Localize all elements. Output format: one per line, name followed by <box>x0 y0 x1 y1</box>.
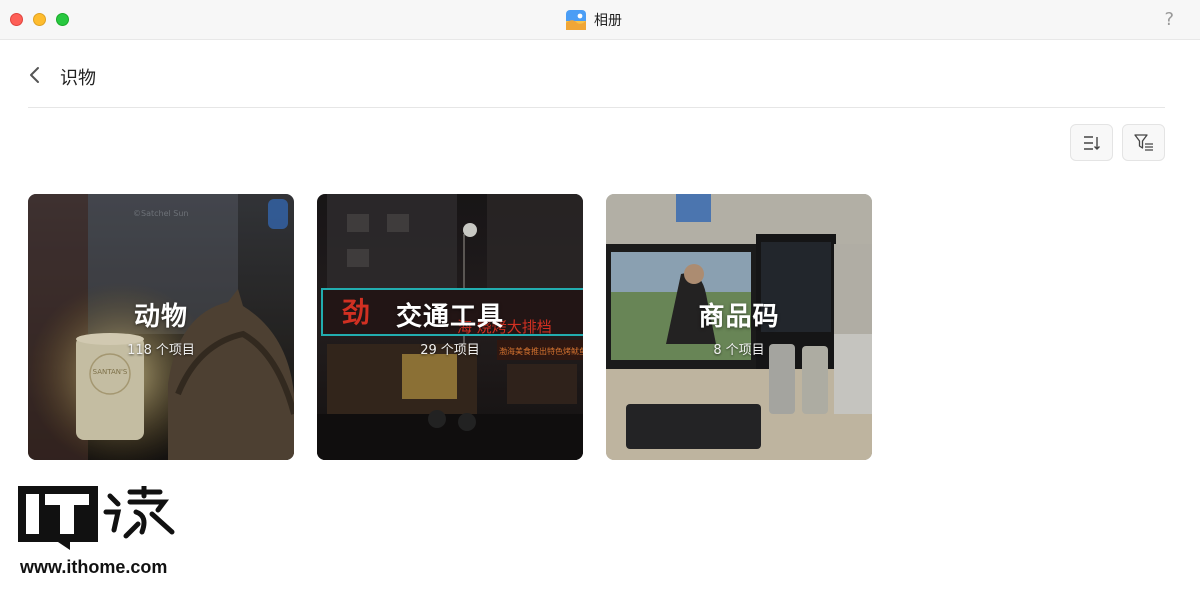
help-icon[interactable]: ? <box>1164 9 1174 30</box>
album-title: 商品码 <box>698 302 780 332</box>
album-card-product-codes[interactable]: 商品码 8 个项目 <box>606 194 872 460</box>
maximize-window-button[interactable] <box>56 13 69 26</box>
album-title: 交通工具 <box>395 302 504 332</box>
album-count-unit: 个项目 <box>725 343 765 358</box>
album-count-number: 29 <box>420 343 437 358</box>
title-bar: 相册 ? <box>0 0 1200 40</box>
album-title: 动物 <box>133 302 188 332</box>
app-name: 相册 <box>594 13 622 29</box>
photos-window: 相册 ? 识物 SANTAN'S ©Satchel Sun 动物 118 个项目… <box>0 0 1200 591</box>
album-card-animals[interactable]: SANTAN'S ©Satchel Sun 动物 118 个项目 <box>28 194 294 460</box>
album-card-vehicles[interactable]: 劲 海 烧烤大排档 渤海美食推出特色烤鱿鱼 交通工具 29 个项目 <box>317 194 583 460</box>
album-count-unit: 个项目 <box>155 343 195 358</box>
photos-app-icon <box>566 10 586 30</box>
album-count: 29 个项目 <box>317 339 583 358</box>
page-header: 识物 <box>28 56 1165 108</box>
album-count-number: 8 <box>713 343 722 358</box>
ithome-watermark: www.ithome.com <box>18 483 188 581</box>
album-count: 8 个项目 <box>606 339 872 358</box>
back-button[interactable] <box>28 56 54 96</box>
filter-button[interactable] <box>1122 124 1165 161</box>
sort-button[interactable] <box>1070 124 1113 161</box>
ithome-url: www.ithome.com <box>20 557 168 577</box>
app-title: 相册 <box>566 9 622 31</box>
filter-icon <box>1133 133 1153 151</box>
album-count: 118 个项目 <box>28 339 294 358</box>
album-count-unit: 个项目 <box>440 343 480 358</box>
page-title: 识物 <box>60 68 96 89</box>
album-count-number: 118 <box>127 343 152 358</box>
ithome-logo <box>18 483 175 550</box>
sort-icon <box>1083 135 1100 150</box>
chevron-left-icon <box>30 67 39 83</box>
close-window-button[interactable] <box>10 13 23 26</box>
minimize-window-button[interactable] <box>33 13 46 26</box>
